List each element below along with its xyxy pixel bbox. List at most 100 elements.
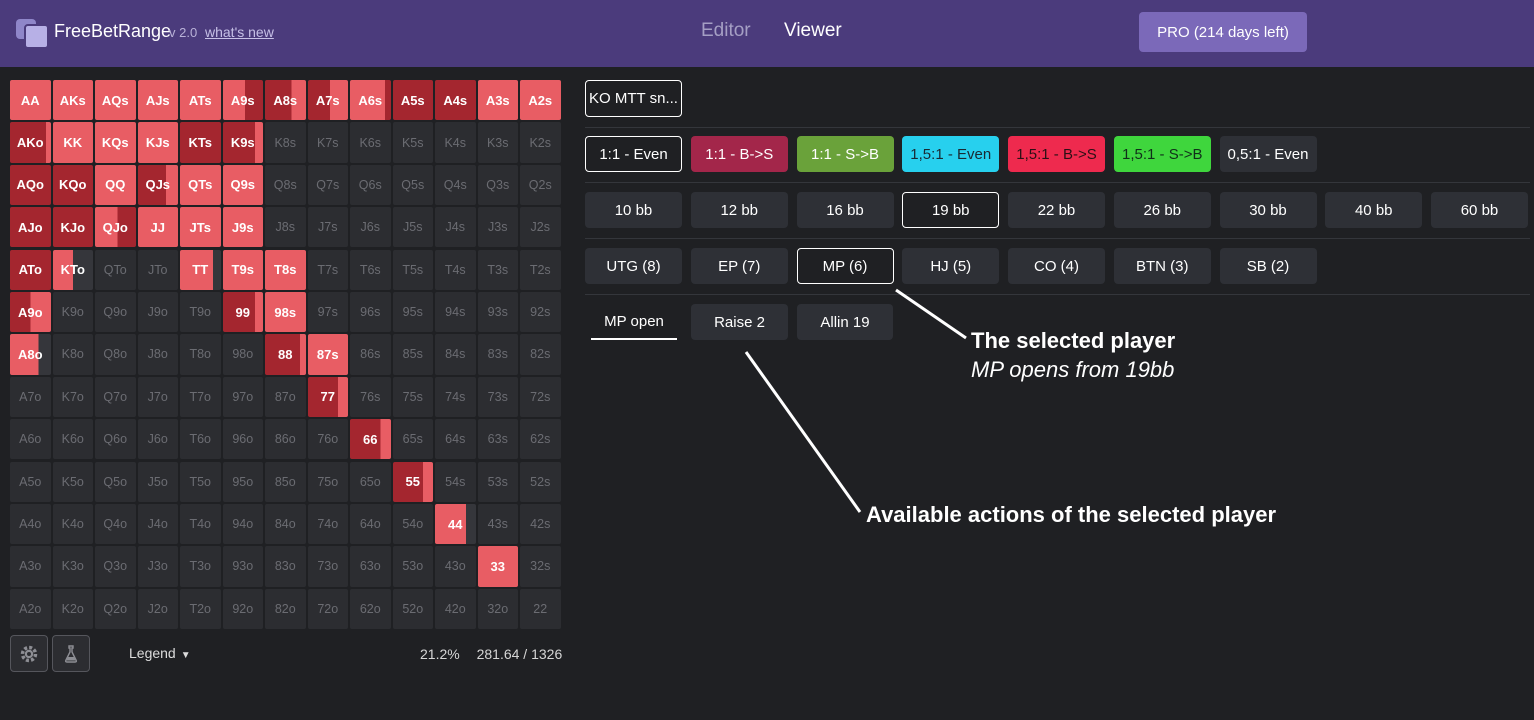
hand-label: J4o <box>147 517 168 532</box>
hand-label: 96s <box>360 305 381 320</box>
hand-label: Q5s <box>401 177 425 192</box>
hand-label: KJs <box>145 135 170 151</box>
hand-label: Q9s <box>230 177 256 193</box>
hand-label: T7o <box>189 389 212 404</box>
hand-label: 93s <box>487 305 508 320</box>
hand-label: J4s <box>445 220 465 235</box>
hand-label: KK <box>63 135 83 151</box>
hand-label: 62o <box>359 601 381 616</box>
hand-label: 92s <box>530 305 551 320</box>
hand-label: 64o <box>359 517 381 532</box>
hand-label: 88 <box>278 346 293 362</box>
hand-label: QQ <box>105 177 126 193</box>
hand-label: 54s <box>445 474 466 489</box>
hand-label: Q2s <box>528 177 552 192</box>
hand-label: 76s <box>360 389 381 404</box>
hand-label: J2s <box>530 220 550 235</box>
hand-label: 52s <box>530 474 551 489</box>
hand-label: Q2o <box>103 601 128 616</box>
hand-label: KQs <box>101 135 129 151</box>
hand-label: Q7s <box>316 177 340 192</box>
hand-label: 43o <box>444 559 466 574</box>
hand-label: 76o <box>317 432 339 447</box>
hand-label: T2o <box>189 601 212 616</box>
hand-label: T6s <box>359 262 381 277</box>
hand-label: 33 <box>490 558 505 574</box>
hand-label: 74o <box>317 517 339 532</box>
hand-label: TT <box>192 262 209 278</box>
hand-label: A2s <box>528 92 553 108</box>
hand-label: 73s <box>487 389 508 404</box>
hand-label: A4o <box>19 517 42 532</box>
hand-label: Q3o <box>103 559 128 574</box>
hand-label: 75s <box>402 389 423 404</box>
hand-label: 97s <box>317 305 338 320</box>
hand-label: ATo <box>18 262 42 278</box>
hand-label: K3o <box>61 559 84 574</box>
hand-label: 85s <box>402 347 423 362</box>
hand-label: 96o <box>232 432 254 447</box>
hand-label: T7s <box>317 262 339 277</box>
annotation-player-title: The selected player <box>971 328 1176 353</box>
hand-label: T5s <box>402 262 424 277</box>
hand-label: K5o <box>61 474 84 489</box>
hand-label: Q4s <box>443 177 467 192</box>
hand-label: AJs <box>145 92 170 108</box>
hand-label: J7s <box>318 220 338 235</box>
hand-label: 72o <box>317 601 339 616</box>
hand-label: KTs <box>188 135 213 151</box>
hand-label: Q6o <box>103 432 128 447</box>
hand-label: 75o <box>317 474 339 489</box>
hand-label: 84s <box>445 347 466 362</box>
hand-label: K9s <box>230 135 255 151</box>
hand-label: QJo <box>102 219 128 235</box>
hand-label: 82s <box>530 347 551 362</box>
hand-label: A2o <box>19 601 42 616</box>
hand-label: J6o <box>147 432 168 447</box>
hand-label: 72s <box>530 389 551 404</box>
hand-label: Q8s <box>273 177 297 192</box>
hand-label: A7o <box>19 389 42 404</box>
hand-label: 53o <box>402 559 424 574</box>
hand-label: 84o <box>274 517 296 532</box>
hand-label: JTs <box>189 219 211 235</box>
hand-label: J3o <box>147 559 168 574</box>
hand-label: K9o <box>61 305 84 320</box>
hand-label: 73o <box>317 559 339 574</box>
hand-label: AA <box>20 92 40 108</box>
hand-label: 98s <box>274 304 297 320</box>
hand-label: Q7o <box>103 389 128 404</box>
hand-label: K4o <box>61 517 84 532</box>
hand-label: AQs <box>101 92 129 108</box>
hand-label: QTo <box>103 262 127 277</box>
hand-label: J3s <box>488 220 508 235</box>
hand-label: 94s <box>445 305 466 320</box>
hand-label: J2o <box>147 601 168 616</box>
hand-label: ATs <box>188 92 212 108</box>
hand-label: T5o <box>189 474 212 489</box>
hand-label: A9s <box>230 92 255 108</box>
hand-label: A3o <box>19 559 42 574</box>
annotation-actions-title: Available actions of the selected player <box>866 502 1277 527</box>
hand-label: JJ <box>150 219 165 235</box>
hand-label: J9s <box>231 219 254 235</box>
hand-label: KTo <box>60 262 85 278</box>
hand-label: Q9o <box>103 305 128 320</box>
annotation-player-subtitle: MP opens from 19bb <box>971 357 1175 382</box>
hand-label: 62s <box>530 432 551 447</box>
hand-label: 87o <box>274 389 296 404</box>
hand-label: J9o <box>147 305 168 320</box>
hand-label: Q3s <box>486 177 510 192</box>
hand-label: 92o <box>232 601 254 616</box>
hand-label: 22 <box>533 601 548 616</box>
hand-label: Q5o <box>103 474 128 489</box>
hand-label: 93o <box>232 559 254 574</box>
hand-label: K5s <box>401 135 424 150</box>
hand-label: 63s <box>487 432 508 447</box>
hand-label: 64s <box>445 432 466 447</box>
hand-label: T8o <box>189 347 212 362</box>
hand-label: 53s <box>487 474 508 489</box>
hand-label: A8o <box>17 346 43 362</box>
hand-label: AJo <box>17 219 43 235</box>
hand-label: A5s <box>400 92 425 108</box>
